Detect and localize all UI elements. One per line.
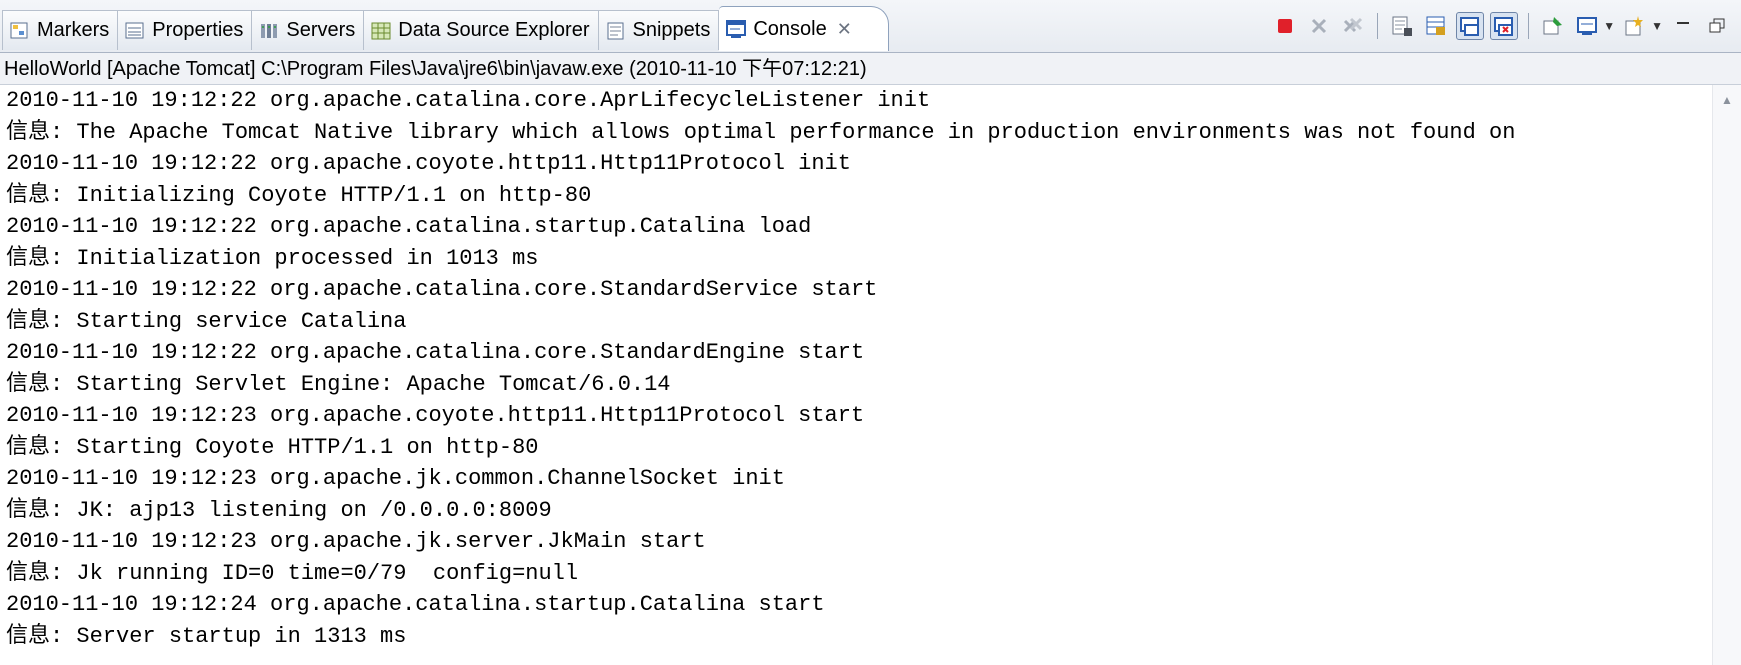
console-line: 2010-11-10 19:12:22 org.apache.catalina.… (6, 277, 878, 302)
view-tab-bar: Markers Properties Servers Data Source E… (0, 0, 1741, 53)
show-on-stderr-icon[interactable] (1490, 12, 1519, 40)
toolbar-separator (1377, 13, 1379, 39)
console-line: 2010-11-10 19:12:22 org.apache.catalina.… (6, 340, 865, 365)
tab-label: Servers (286, 19, 356, 41)
maximize-icon[interactable] (1703, 12, 1731, 40)
vertical-scrollbar[interactable]: ▲ (1712, 85, 1741, 665)
console-line: 2010-11-10 19:12:22 org.apache.coyote.ht… (6, 151, 851, 176)
properties-icon (124, 20, 146, 42)
tab-list: Markers Properties Servers Data Source E… (2, 6, 889, 53)
console-line: 2010-11-10 19:12:23 org.apache.jk.server… (6, 529, 706, 554)
tab-label: Console (753, 17, 827, 40)
chevron-down-icon[interactable]: ▼ (1651, 19, 1663, 33)
console-line: 信息: Initialization processed in 1013 ms (6, 245, 539, 271)
console-icon (725, 18, 747, 40)
scroll-up-arrow-icon[interactable]: ▲ (1721, 93, 1733, 107)
console-line: 信息: Jk running ID=0 time=0/79 config=nul… (6, 560, 579, 586)
remove-launch-icon[interactable] (1305, 12, 1333, 40)
console-line: 2010-11-10 19:12:23 org.apache.jk.common… (6, 466, 785, 491)
console-line: 2010-11-10 19:12:23 org.apache.coyote.ht… (6, 403, 865, 428)
toolbar-separator (1528, 13, 1530, 39)
chevron-down-icon[interactable]: ▼ (1603, 19, 1615, 33)
console-line: 信息: Server startup in 1313 ms (6, 623, 407, 649)
console-line: 信息: Starting Servlet Engine: Apache Tomc… (6, 371, 671, 397)
show-on-stdout-icon[interactable] (1456, 12, 1485, 40)
tab-console[interactable]: Console ✕ (719, 6, 889, 51)
close-icon[interactable]: ✕ (837, 19, 852, 40)
servers-icon (258, 20, 280, 42)
tab-servers[interactable]: Servers (252, 10, 365, 50)
console-output[interactable]: 2010-11-10 19:12:22 org.apache.catalina.… (0, 85, 1712, 665)
tab-markers[interactable]: Markers (2, 10, 119, 50)
console-line: 信息: Initializing Coyote HTTP/1.1 on http… (6, 182, 592, 208)
minimize-icon[interactable] (1669, 12, 1697, 40)
tab-label: Markers (37, 19, 110, 41)
remove-all-terminated-icon[interactable] (1339, 12, 1367, 40)
console-lines: 2010-11-10 19:12:22 org.apache.catalina.… (0, 85, 1712, 652)
tab-snippets[interactable]: Snippets (598, 10, 720, 50)
tab-label: Properties (152, 19, 244, 41)
tab-label: Snippets (632, 19, 711, 41)
scroll-lock-icon[interactable] (1422, 12, 1450, 40)
process-title: HelloWorld [Apache Tomcat] C:\Program Fi… (0, 53, 1741, 85)
snippets-icon (605, 20, 627, 42)
console-toolbar: ▼ ▼ (1271, 10, 1731, 42)
open-console-icon[interactable] (1621, 12, 1649, 40)
console-line: 2010-11-10 19:12:22 org.apache.catalina.… (6, 88, 931, 113)
tab-label: Data Source Explorer (398, 19, 590, 41)
tab-properties[interactable]: Properties (118, 10, 253, 50)
clear-console-icon[interactable] (1388, 12, 1416, 40)
data-source-explorer-icon (370, 20, 392, 42)
tab-data-source-explorer[interactable]: Data Source Explorer (364, 10, 599, 50)
console-line: 信息: The Apache Tomcat Native library whi… (6, 119, 1516, 145)
console-line: 信息: Starting service Catalina (6, 308, 407, 334)
console-line: 2010-11-10 19:12:24 org.apache.catalina.… (6, 592, 825, 617)
terminate-icon[interactable] (1271, 12, 1299, 40)
console-line: 信息: JK: ajp13 listening on /0.0.0.0:8009 (6, 497, 552, 523)
console-line: 2010-11-10 19:12:22 org.apache.catalina.… (6, 214, 812, 239)
pin-console-icon[interactable] (1539, 12, 1567, 40)
display-selected-console-icon[interactable] (1573, 12, 1601, 40)
markers-icon (9, 20, 31, 42)
console-line: 信息: Starting Coyote HTTP/1.1 on http-80 (6, 434, 539, 460)
